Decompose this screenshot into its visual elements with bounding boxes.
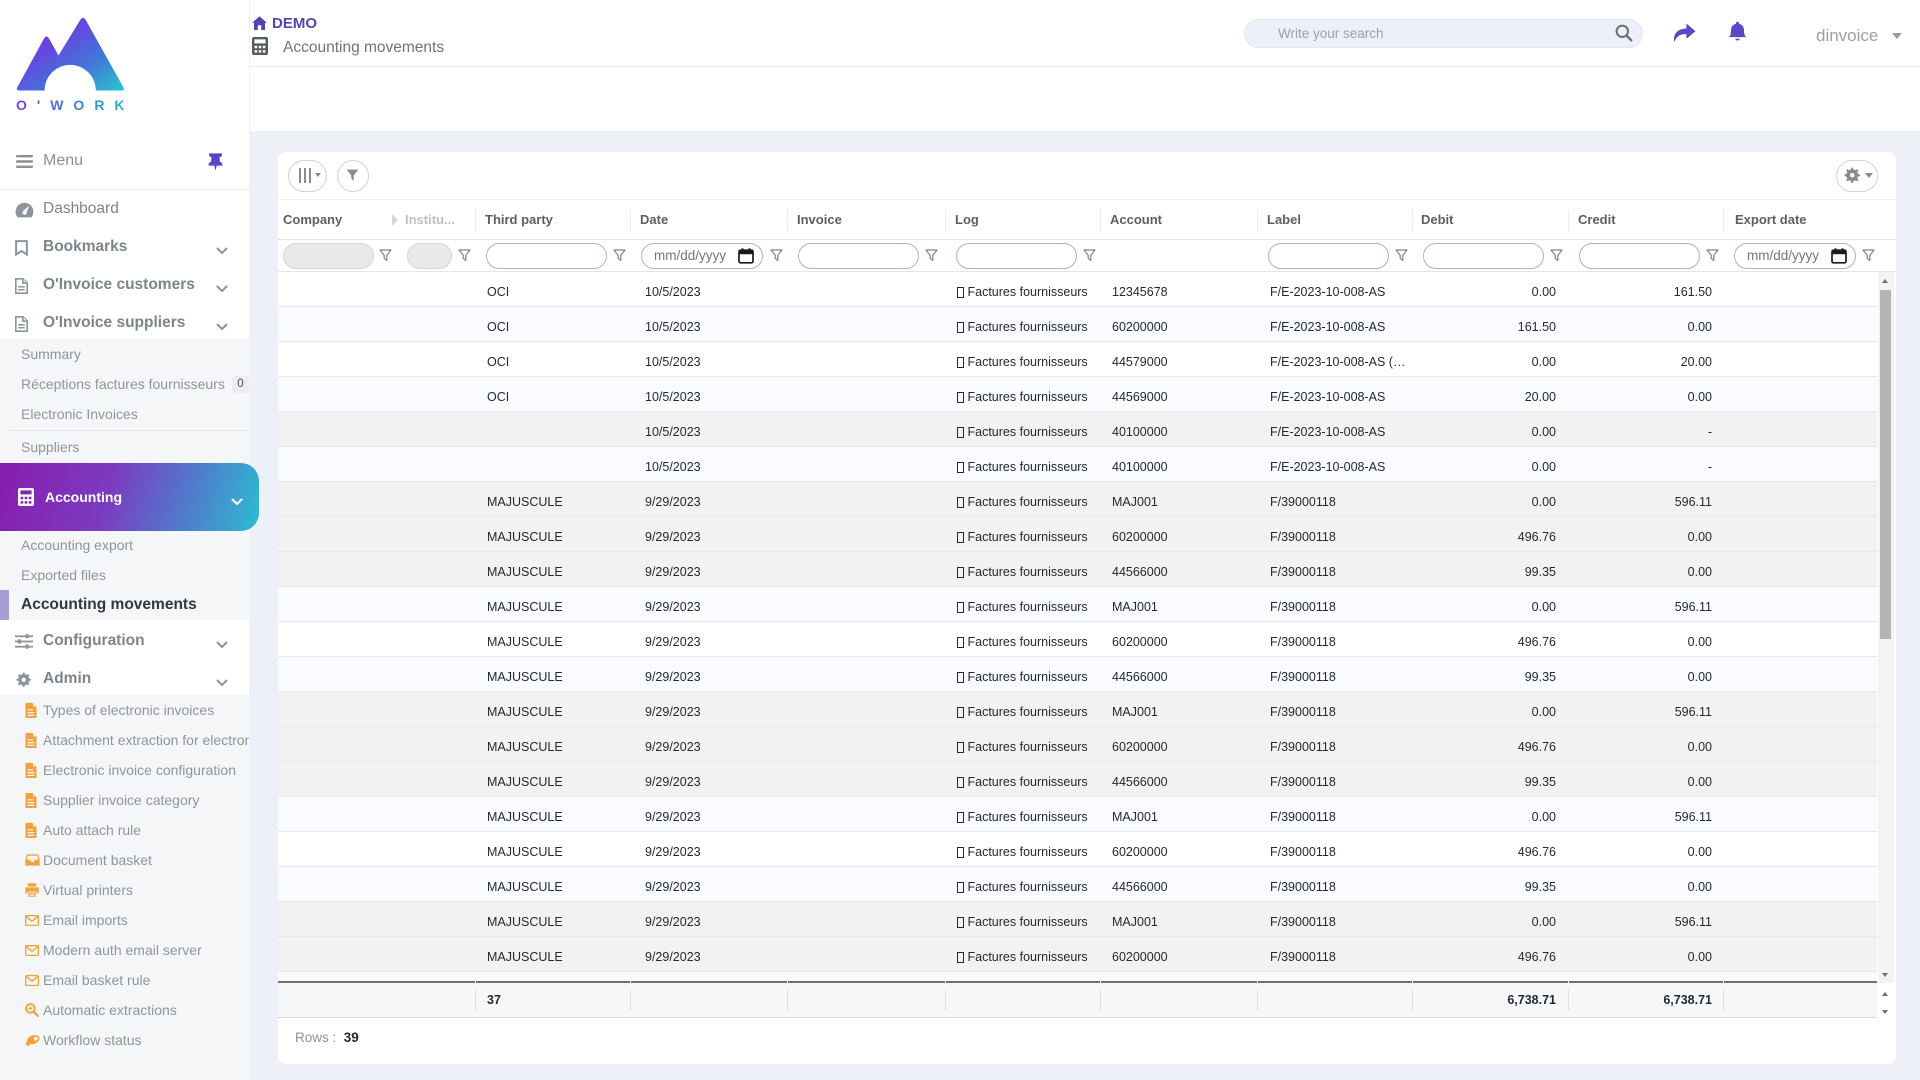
svg-text:O'WORK: O'WORK xyxy=(16,97,126,112)
